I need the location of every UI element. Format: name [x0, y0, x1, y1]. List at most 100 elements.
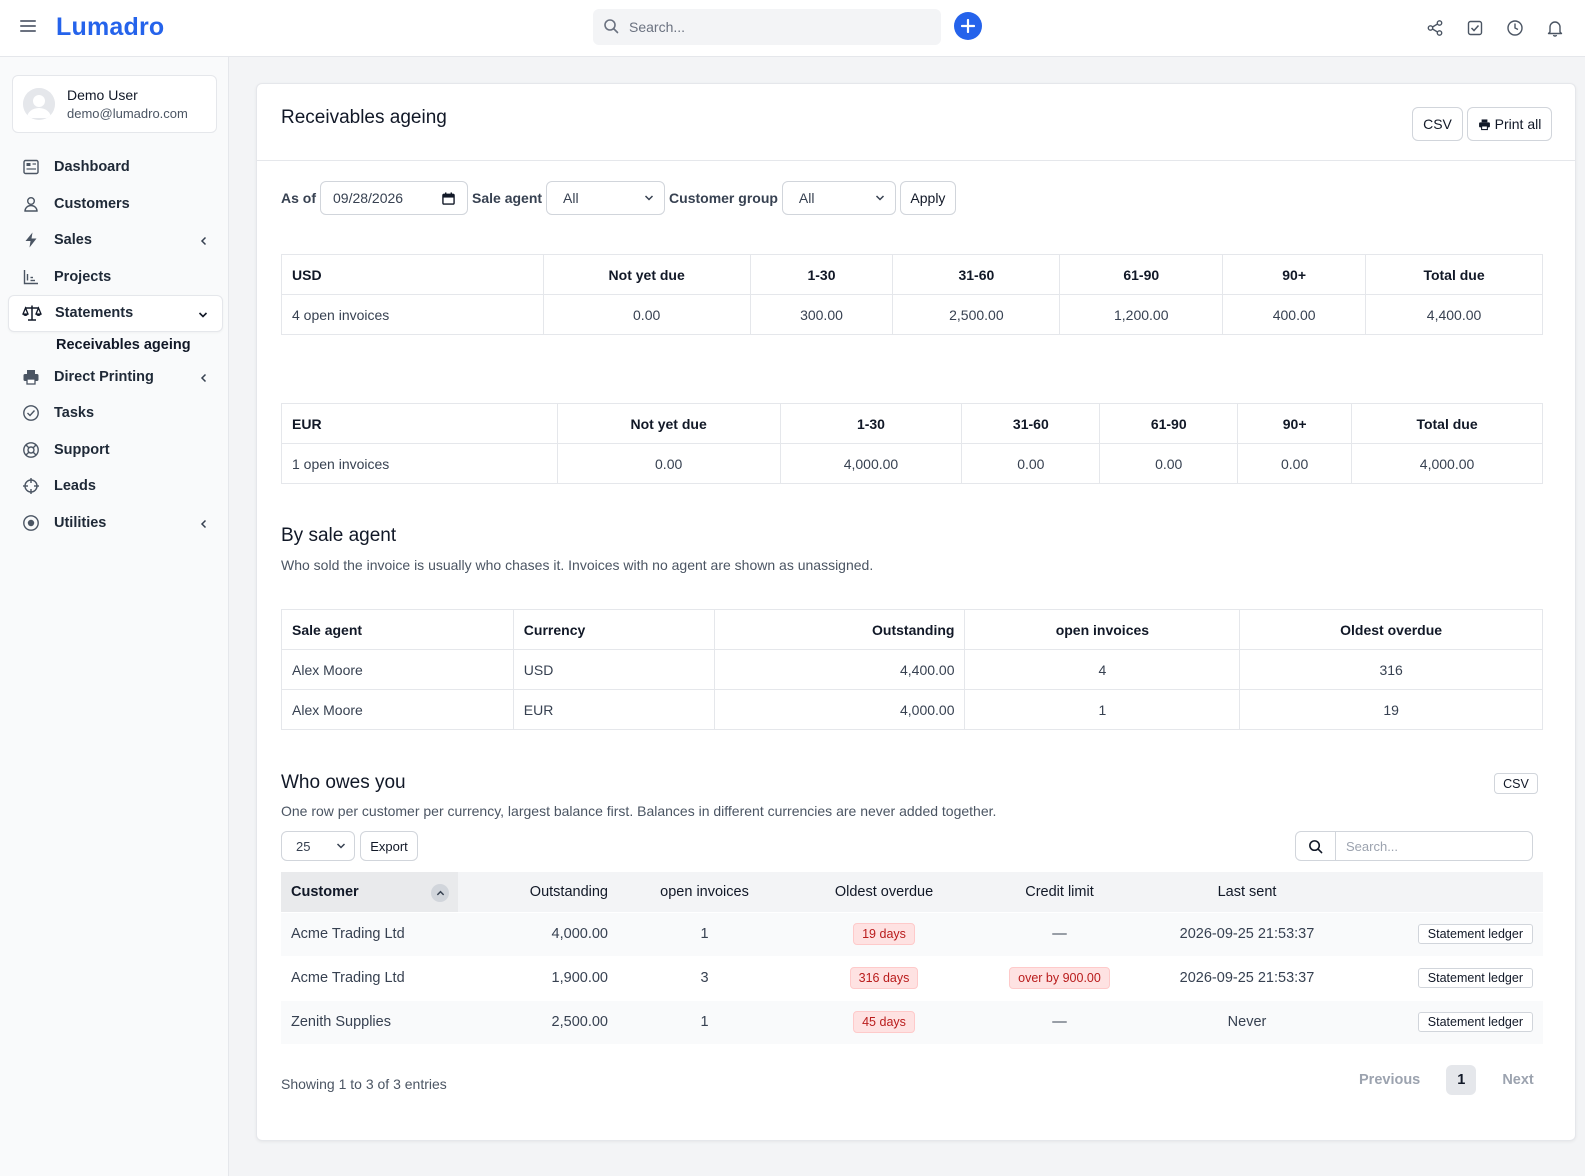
menu-icon[interactable] — [20, 20, 36, 34]
column-header: 31-60 — [961, 403, 1101, 444]
table-cell: Alex Moore — [281, 689, 514, 730]
sidebar-item-support[interactable]: Support — [8, 432, 223, 469]
chart-icon — [21, 267, 41, 287]
credit-limit-cell: over by 900.00 — [977, 956, 1142, 1000]
table-row[interactable]: Acme Trading Ltd 1,900.00 3 316 days over by… — [281, 956, 1543, 1000]
table-cell: 4,000.00 — [1351, 443, 1543, 484]
apply-button[interactable]: Apply — [899, 181, 956, 215]
page-button-current[interactable]: 1 — [1446, 1065, 1477, 1095]
table-cell: 4,000.00 — [779, 443, 963, 484]
last-sent-cell: Never — [1227, 1014, 1267, 1031]
column-header-last-sent[interactable]: Last sent — [1142, 872, 1352, 912]
sidebar-item-label: Direct Printing — [54, 368, 154, 385]
sidebar-item-projects[interactable]: Projects — [8, 259, 223, 296]
column-header: Outstanding — [713, 609, 966, 650]
column-header-customer[interactable]: Customer — [281, 872, 458, 912]
credit-limit-cell: — — [977, 912, 1142, 956]
sidebar-item-label: Projects — [54, 268, 112, 285]
printer-icon — [21, 367, 41, 387]
as-of-label: As of — [281, 190, 316, 206]
sidebar-item-customers[interactable]: Customers — [8, 186, 223, 223]
sidebar-item-tasks[interactable]: Tasks — [8, 395, 223, 432]
table-cell: 1 — [964, 689, 1241, 730]
as-of-date-input[interactable]: 09/28/2026 — [320, 181, 468, 215]
sidebar-item-label: Dashboard — [54, 159, 130, 176]
sidebar-nav: Dashboard Customers Sales Projects State… — [8, 149, 223, 541]
oldest-overdue-cell: 19 days — [791, 912, 977, 956]
sale-agent-select[interactable]: All — [546, 181, 666, 215]
chevron-down-icon — [645, 195, 654, 201]
sidebar-subitem-receivables-ageing[interactable]: Receivables ageing — [8, 332, 223, 359]
table-cell: 1 open invoices — [281, 443, 558, 484]
column-header-open-invoices[interactable]: open invoices — [618, 872, 791, 912]
chevron-left-icon — [199, 371, 209, 387]
column-header: open invoices — [964, 609, 1241, 650]
global-search-input[interactable] — [629, 15, 929, 39]
scale-icon — [22, 303, 42, 323]
page-length-select[interactable]: 25 — [281, 831, 355, 861]
table-cell: 2,500.00 — [892, 294, 1061, 335]
clock-icon[interactable] — [1505, 18, 1525, 38]
column-header: Total due — [1351, 403, 1543, 444]
overdue-badge: 316 days — [849, 967, 919, 989]
share-icon[interactable] — [1425, 18, 1445, 38]
usd-ageing-table: USD Not yet due 1-30 31-60 61-90 90+ Tot… — [281, 254, 1543, 335]
actions-cell: Statement ledger — [1352, 912, 1543, 956]
quick-create-button[interactable] — [954, 12, 982, 40]
column-header-oldest-overdue[interactable]: Oldest overdue — [791, 872, 977, 912]
chevron-left-icon — [199, 234, 209, 250]
table-search[interactable] — [1295, 831, 1533, 861]
customer-group-select[interactable]: All — [781, 181, 896, 215]
bell-icon[interactable] — [1545, 18, 1565, 38]
table-row[interactable]: Zenith Supplies 2,500.00 1 45 days — Never Sta… — [281, 1000, 1543, 1044]
sidebar-item-statements[interactable]: Statements — [8, 295, 223, 332]
table-cell: Alex Moore — [281, 649, 514, 690]
statement-ledger-button[interactable]: Statement ledger — [1417, 924, 1533, 944]
oldest-overdue-cell: 45 days — [791, 1000, 977, 1044]
sidebar-item-leads[interactable]: Leads — [8, 468, 223, 505]
task-check-icon[interactable] — [1465, 18, 1485, 38]
plus-icon — [961, 19, 975, 33]
column-header-outstanding[interactable]: Outstanding — [458, 872, 618, 912]
card-header: Receivables ageing CSV Print all — [257, 84, 1575, 161]
sidebar-item-utilities[interactable]: Utilities — [8, 505, 223, 542]
as-of-date-value: 09/28/2026 — [333, 190, 404, 206]
sidebar-item-sales[interactable]: Sales — [8, 222, 223, 259]
statement-ledger-button[interactable]: Statement ledger — [1417, 1012, 1533, 1033]
previous-page-button[interactable]: Previous — [1347, 1064, 1432, 1096]
table-cell: 0.00 — [1099, 443, 1239, 484]
owes-section-title: Who owes you — [281, 772, 406, 793]
table-cell: 400.00 — [1222, 294, 1367, 335]
owes-csv-button[interactable]: CSV — [1494, 773, 1538, 794]
table-search-input[interactable] — [1336, 832, 1532, 860]
global-search[interactable] — [593, 9, 941, 45]
table-cell: 1,200.00 — [1059, 294, 1224, 335]
user-card[interactable]: Demo User demo@lumadro.com — [12, 75, 217, 133]
statement-ledger-button[interactable]: Statement ledger — [1417, 968, 1533, 988]
outstanding-cell: 1,900.00 — [551, 970, 608, 986]
outstanding-cell: 2,500.00 — [551, 1014, 608, 1031]
top-bar: Lumadro — [0, 0, 1585, 57]
last-sent-cell: 2026-09-25 21:53:37 — [1179, 926, 1315, 942]
brand-logo[interactable]: Lumadro — [56, 13, 164, 42]
csv-button[interactable]: CSV — [1412, 107, 1463, 141]
table-cell: 4,400.00 — [1365, 294, 1543, 335]
credit-limit-cell: — — [977, 1000, 1142, 1044]
next-page-button[interactable]: Next — [1490, 1064, 1545, 1096]
table-row[interactable]: Acme Trading Ltd 4,000.00 1 19 days — 2026-09… — [281, 912, 1543, 956]
search-icon[interactable] — [1296, 832, 1336, 860]
export-button[interactable]: Export — [360, 831, 418, 861]
lifebuoy-icon — [21, 440, 41, 460]
sort-ascending-icon[interactable] — [431, 884, 449, 902]
sidebar-item-dashboard[interactable]: Dashboard — [8, 149, 223, 186]
receivables-card: Receivables ageing CSV Print all As of 0… — [256, 83, 1576, 1141]
print-all-button[interactable]: Print all — [1467, 107, 1552, 141]
column-header: Sale agent — [281, 609, 514, 650]
print-all-label: Print all — [1494, 116, 1542, 132]
table-cell: 316 — [1239, 649, 1543, 690]
sidebar-item-label: Statements — [55, 305, 134, 322]
sidebar-item-direct-printing[interactable]: Direct Printing — [8, 359, 223, 396]
calendar-icon — [442, 191, 455, 205]
column-header-credit-limit[interactable]: Credit limit — [977, 872, 1142, 912]
sidebar-item-label: Utilities — [54, 514, 107, 531]
